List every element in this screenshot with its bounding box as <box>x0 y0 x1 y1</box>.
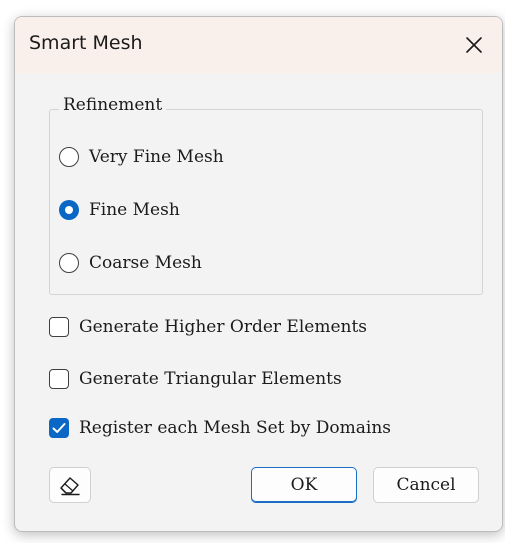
radio-coarse-mesh[interactable]: Coarse Mesh <box>59 250 202 276</box>
register-mesh-set-label: Register each Mesh Set by Domains <box>79 418 392 438</box>
fine-mesh-label: Fine Mesh <box>89 200 180 220</box>
very-fine-mesh-label: Very Fine Mesh <box>89 147 224 167</box>
checkbox-higher-order-elements[interactable]: Generate Higher Order Elements <box>49 314 367 340</box>
ok-button[interactable]: OK <box>251 467 357 503</box>
refinement-group-label: Refinement <box>59 95 167 115</box>
coarse-mesh-radio-button[interactable] <box>59 253 79 273</box>
eraser-button[interactable] <box>49 467 91 503</box>
triangular-elements-label: Generate Triangular Elements <box>79 369 342 389</box>
higher-order-elements-checkbox[interactable] <box>49 317 69 337</box>
smart-mesh-dialog: Smart Mesh Refinement Very Fine Mesh Fin… <box>14 16 503 532</box>
fine-mesh-radio-button[interactable] <box>59 200 79 220</box>
coarse-mesh-label: Coarse Mesh <box>89 253 202 273</box>
checkbox-triangular-elements[interactable]: Generate Triangular Elements <box>49 366 342 392</box>
checkbox-register-mesh-set[interactable]: Register each Mesh Set by Domains <box>49 415 391 441</box>
close-icon <box>466 37 482 53</box>
higher-order-elements-label: Generate Higher Order Elements <box>79 317 368 337</box>
cancel-button[interactable]: Cancel <box>373 467 479 503</box>
title-bar: Smart Mesh <box>15 17 502 73</box>
triangular-elements-checkbox[interactable] <box>49 369 69 389</box>
very-fine-mesh-radio-button[interactable] <box>59 147 79 167</box>
radio-very-fine-mesh[interactable]: Very Fine Mesh <box>59 144 224 170</box>
register-mesh-set-checkbox[interactable] <box>49 418 69 438</box>
dialog-title: Smart Mesh <box>29 32 143 54</box>
close-button[interactable] <box>454 25 494 65</box>
eraser-icon <box>60 477 80 496</box>
radio-fine-mesh[interactable]: Fine Mesh <box>59 197 180 223</box>
checkmark-icon <box>52 423 66 433</box>
